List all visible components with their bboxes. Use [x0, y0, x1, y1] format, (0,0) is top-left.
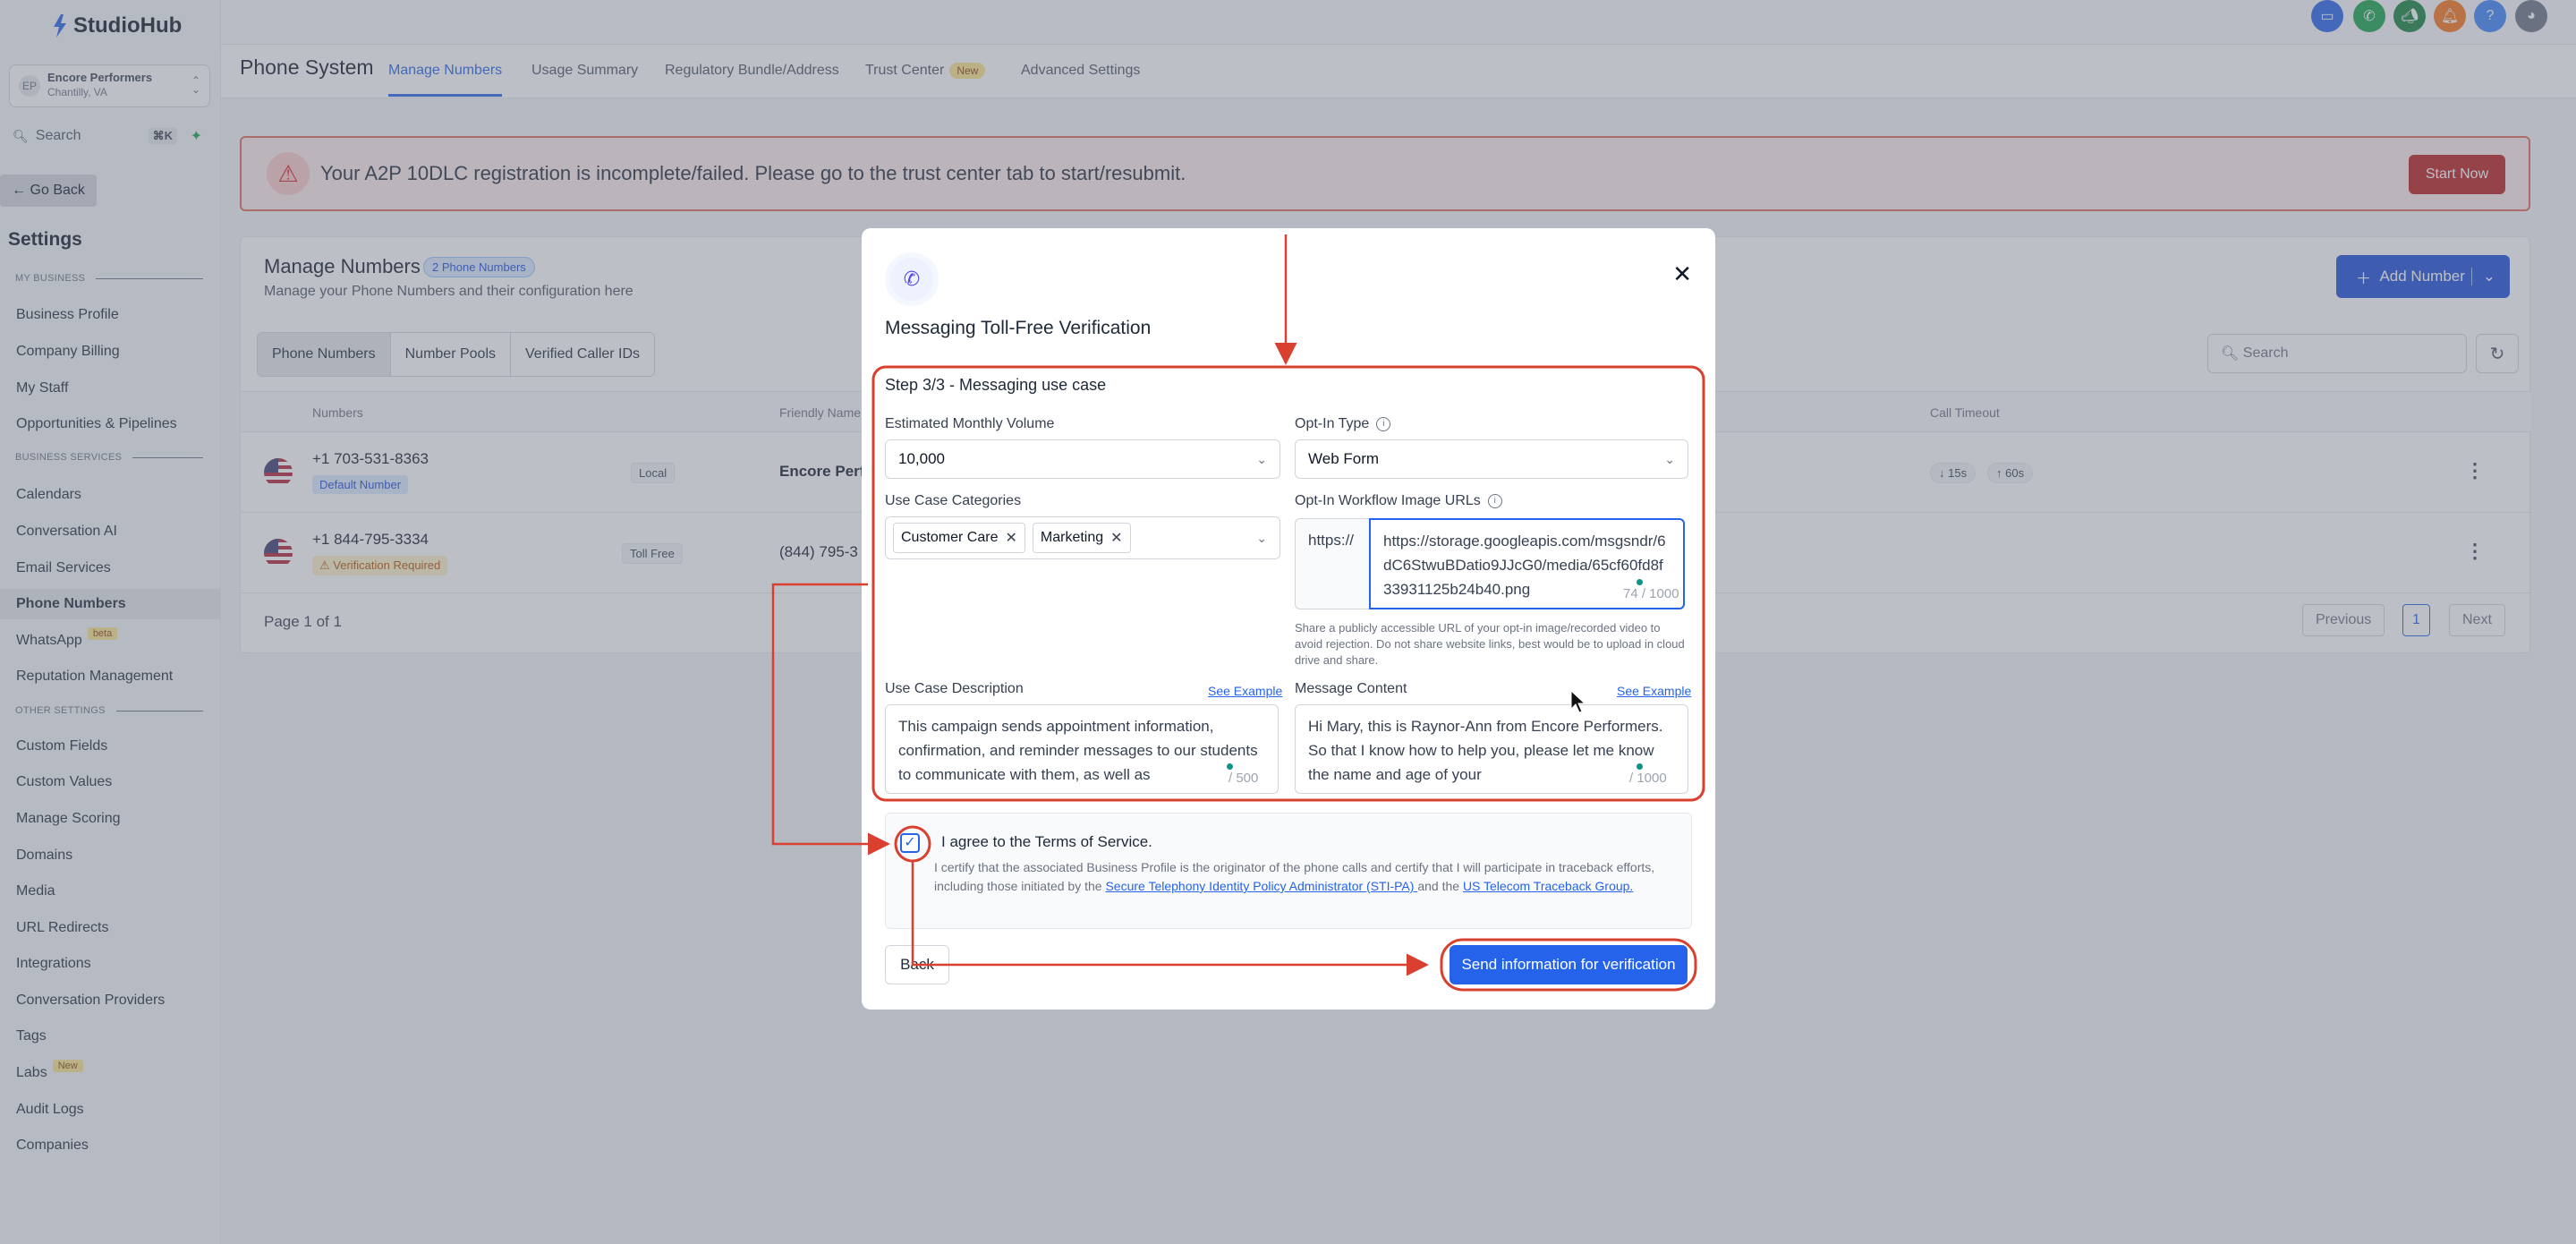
- optin-url-counter: 74 / 1000: [1621, 586, 1679, 601]
- categories-label: Use Case Categories: [885, 493, 1022, 508]
- message-counter: / 1000: [1629, 771, 1667, 786]
- description-label: Use Case Description: [885, 681, 1024, 696]
- message-content-label: Message Content: [1295, 681, 1407, 696]
- chevron-down-icon: ⌄: [1256, 451, 1267, 466]
- description-counter: / 500: [1228, 771, 1259, 786]
- optin-type-label-text: Opt-In Type: [1295, 416, 1370, 431]
- category-chip-label: Customer Care: [901, 530, 999, 545]
- description-textarea[interactable]: This campaign sends appointment informat…: [885, 704, 1279, 794]
- chevron-down-icon: ⌄: [1256, 530, 1267, 545]
- optin-urls-label: Opt-In Workflow Image URLs i: [1295, 493, 1502, 509]
- traceback-group-link[interactable]: US Telecom Traceback Group.: [1463, 879, 1633, 893]
- category-chip: Marketing ✕: [1032, 523, 1131, 553]
- back-button[interactable]: Back: [885, 945, 949, 984]
- status-dot-icon: [1637, 763, 1643, 770]
- phone-icon: ✆: [885, 252, 939, 306]
- description-value: This campaign sends appointment informat…: [898, 718, 1258, 783]
- terms-description: I certify that the associated Business P…: [934, 858, 1677, 896]
- terms-text-2: and the: [1417, 879, 1463, 893]
- chevron-down-icon: ⌄: [1664, 451, 1675, 466]
- category-chip-label: Marketing: [1040, 530, 1104, 545]
- remove-chip-icon[interactable]: ✕: [1005, 529, 1016, 547]
- terms-checkbox[interactable]: ✓: [900, 833, 920, 853]
- optin-type-label: Opt-In Type i: [1295, 416, 1391, 432]
- message-see-example-link[interactable]: See Example: [1617, 684, 1691, 698]
- volume-label: Estimated Monthly Volume: [885, 416, 1055, 431]
- optin-type-select[interactable]: Web Form ⌄: [1295, 439, 1688, 479]
- category-chip: Customer Care ✕: [893, 523, 1025, 553]
- description-see-example-link[interactable]: See Example: [1208, 684, 1282, 698]
- volume-select[interactable]: 10,000 ⌄: [885, 439, 1280, 479]
- optin-type-value: Web Form: [1308, 450, 1380, 467]
- remove-chip-icon[interactable]: ✕: [1110, 529, 1122, 547]
- message-content-value: Hi Mary, this is Raynor-Ann from Encore …: [1308, 718, 1663, 783]
- volume-value: 10,000: [898, 450, 945, 467]
- info-icon[interactable]: i: [1376, 416, 1391, 431]
- tollfree-verification-modal: ✆ ✕ Messaging Toll-Free Verification Ste…: [862, 228, 1715, 1010]
- terms-label[interactable]: I agree to the Terms of Service.: [941, 833, 1152, 851]
- modal-title: Messaging Toll-Free Verification: [885, 318, 1152, 338]
- categories-multiselect[interactable]: Customer Care ✕ Marketing ✕ ⌄: [885, 516, 1280, 559]
- status-dot-icon: [1637, 579, 1643, 585]
- url-prefix: https://: [1295, 518, 1370, 609]
- terms-of-service-box: ✓ I agree to the Terms of Service. I cer…: [885, 813, 1692, 929]
- optin-urls-label-text: Opt-In Workflow Image URLs: [1295, 493, 1481, 508]
- status-dot-icon: [1227, 763, 1233, 770]
- step-indicator: Step 3/3 - Messaging use case: [885, 376, 1107, 394]
- close-icon[interactable]: ✕: [1672, 260, 1692, 288]
- info-icon[interactable]: i: [1487, 493, 1502, 508]
- sti-pa-link[interactable]: Secure Telephony Identity Policy Adminis…: [1105, 879, 1417, 893]
- send-verification-button[interactable]: Send information for verification: [1450, 945, 1688, 984]
- optin-url-hint: Share a publicly accessible URL of your …: [1295, 621, 1685, 667]
